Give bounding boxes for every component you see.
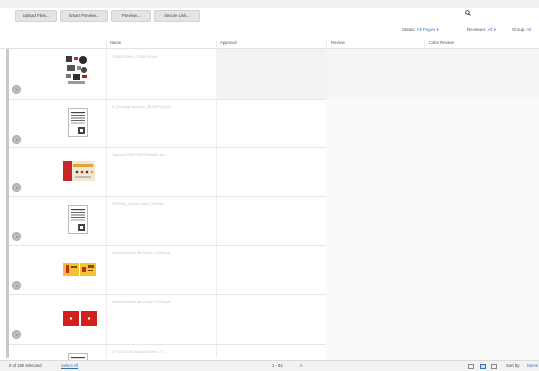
document-thumbnail: [68, 108, 88, 137]
row-select-radio[interactable]: [12, 183, 21, 192]
review-cell: [326, 147, 539, 196]
review-cell: [326, 245, 539, 294]
file-name[interactable]: Tapa de 07883733878 Bolsillo de...: [112, 153, 167, 157]
table-row[interactable]: Tapa de 07883733878 Bolsillo de...: [9, 147, 539, 197]
upload-files-button[interactable]: Upload Files...: [15, 10, 57, 22]
red-spread-thumbnail: [63, 311, 97, 326]
approval-cell: [216, 99, 333, 147]
approval-cell: [216, 49, 333, 99]
table-row[interactable]: Some memoria del Campo I 2020.pdf: [9, 245, 539, 295]
document-thumbnail: [68, 205, 88, 234]
document-thumbnail: [68, 353, 88, 360]
top-strip: [0, 0, 539, 8]
grid-view-icon[interactable]: [491, 364, 497, 369]
reviewer-filter[interactable]: Reviewer: All ▾: [467, 27, 496, 33]
reviewer-filter-value: All: [487, 27, 493, 32]
review-cell: [326, 294, 539, 344]
table-row[interactable]: C_El codigo del buzo_88-38PP(c).pdf: [9, 99, 539, 148]
file-name[interactable]: Some memoria del Campo I 2020.pdf: [112, 300, 170, 304]
approval-cell: [216, 294, 333, 344]
filter-bar: Status: All Pages ▾ Reviewer: All ▾ Grou…: [0, 27, 539, 36]
row-select-radio[interactable]: [12, 232, 21, 241]
thumbnail-view-icon[interactable]: [480, 364, 486, 369]
group-filter[interactable]: Group: All: [512, 27, 531, 32]
table-row[interactable]: PRENSA_Bolsillo_baño_018488...: [9, 196, 539, 246]
preview-button[interactable]: Preview...: [111, 10, 151, 22]
file-name[interactable]: Some memoria del Campo I 2020.pdf: [112, 251, 170, 255]
smart-preview-button[interactable]: Smart Preview...: [60, 10, 108, 22]
secure-link-button[interactable]: Secure Link...: [154, 10, 200, 22]
row-select-radio[interactable]: [12, 330, 21, 339]
review-cell: [326, 344, 539, 360]
file-name[interactable]: PRENSA_Bolsillo_baño_018488...: [112, 202, 166, 206]
status-bar: 0 of 180 Selected Select All 1 - 92 > So…: [0, 360, 539, 371]
yellow-spread-thumbnail: [63, 263, 96, 276]
approval-cell: [216, 344, 333, 360]
red-cover-thumbnail: [63, 161, 95, 181]
row-select-radio[interactable]: [12, 85, 21, 94]
row-select-radio[interactable]: [12, 281, 21, 290]
row-select-radio[interactable]: [12, 135, 21, 144]
status-filter-value: All Pages: [416, 27, 436, 32]
reviewer-filter-label: Reviewer:: [467, 27, 487, 32]
list-view-icon[interactable]: [468, 364, 474, 369]
review-cell: [326, 196, 539, 245]
approval-cell: [216, 196, 333, 245]
collage-thumbnail: [64, 54, 89, 88]
file-name[interactable]: 07733373.08 Vida del Duelo I - E...: [112, 350, 166, 354]
group-filter-label: Group:: [512, 27, 526, 32]
table-row[interactable]: Some memoria del Campo I 2020.pdf: [9, 294, 539, 345]
approval-cell: [216, 245, 333, 294]
chevron-down-icon: ▾: [436, 27, 439, 32]
table-row[interactable]: 07733373.08 Vida del Duelo I - E...: [9, 344, 539, 360]
file-name[interactable]: 07883733800_07DDP(3).pdf: [112, 55, 157, 59]
approval-cell: [216, 147, 333, 196]
status-filter-label: Status:: [402, 27, 416, 32]
review-cell: [326, 99, 539, 147]
review-cell: [326, 49, 539, 99]
group-filter-value: All: [526, 27, 532, 32]
search-input[interactable]: [458, 9, 539, 18]
file-name[interactable]: C_El codigo del buzo_88-38PP(c).pdf: [112, 105, 171, 109]
table-row[interactable]: 07883733800_07DDP(3).pdf: [9, 49, 539, 100]
chevron-down-icon: ▾: [493, 27, 496, 32]
status-filter[interactable]: Status: All Pages ▾: [402, 27, 439, 33]
